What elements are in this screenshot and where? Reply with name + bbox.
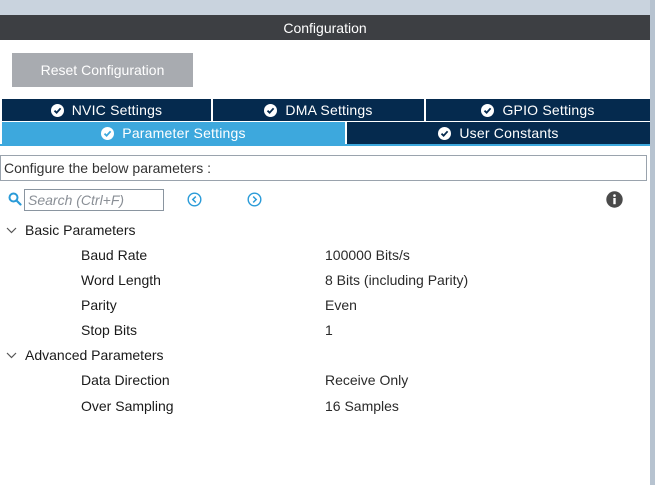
param-row-word-length[interactable]: Word Length 8 Bits (including Parity) bbox=[0, 270, 650, 290]
param-value: 100000 Bits/s bbox=[325, 247, 410, 263]
param-value: 1 bbox=[325, 322, 333, 338]
param-value: Receive Only bbox=[325, 372, 409, 388]
check-circle-icon bbox=[264, 103, 278, 117]
search-icon[interactable] bbox=[8, 192, 22, 206]
search-input[interactable] bbox=[24, 189, 164, 211]
group-advanced-parameters[interactable]: Advanced Parameters bbox=[6, 345, 164, 365]
check-circle-icon bbox=[50, 103, 64, 117]
parameters-description: Configure the below parameters : bbox=[0, 155, 647, 181]
group-title: Advanced Parameters bbox=[25, 347, 164, 363]
configuration-header: Configuration bbox=[0, 15, 650, 40]
check-circle-icon bbox=[481, 103, 495, 117]
group-basic-parameters[interactable]: Basic Parameters bbox=[6, 220, 135, 240]
param-value: 8 Bits (including Parity) bbox=[325, 272, 469, 288]
param-row-parity[interactable]: Parity Even bbox=[0, 295, 650, 315]
tab-label: GPIO Settings bbox=[502, 102, 595, 118]
tab-nvic-settings[interactable]: NVIC Settings bbox=[2, 99, 213, 121]
param-label: Data Direction bbox=[81, 372, 170, 388]
param-label: Stop Bits bbox=[81, 322, 138, 338]
tab-dma-settings[interactable]: DMA Settings bbox=[213, 99, 426, 121]
tab-user-constants[interactable]: User Constants bbox=[347, 122, 650, 144]
check-circle-icon bbox=[438, 126, 452, 140]
check-circle-icon bbox=[101, 126, 115, 140]
tab-gpio-settings[interactable]: GPIO Settings bbox=[426, 99, 650, 121]
chevron-down-icon bbox=[6, 352, 17, 358]
tab-row-2: Parameter Settings User Constants bbox=[2, 122, 650, 144]
tab-label: DMA Settings bbox=[285, 102, 373, 118]
circle-arrow-left-icon[interactable] bbox=[187, 192, 202, 207]
chevron-down-icon bbox=[6, 227, 17, 233]
param-row-baud-rate[interactable]: Baud Rate 100000 Bits/s bbox=[0, 245, 650, 265]
panel-right-border bbox=[650, 0, 655, 485]
tab-parameter-settings[interactable]: Parameter Settings bbox=[2, 122, 347, 144]
param-row-stop-bits[interactable]: Stop Bits 1 bbox=[0, 320, 650, 340]
info-icon[interactable] bbox=[606, 191, 623, 208]
param-label: Parity bbox=[81, 297, 117, 313]
tab-underline bbox=[0, 144, 650, 146]
param-label: Over Sampling bbox=[81, 398, 174, 414]
tab-label: Parameter Settings bbox=[122, 125, 246, 141]
window-top-strip bbox=[0, 0, 650, 15]
param-label: Word Length bbox=[81, 272, 161, 288]
group-title: Basic Parameters bbox=[25, 222, 136, 238]
tab-label: User Constants bbox=[459, 125, 559, 141]
param-label: Baud Rate bbox=[81, 247, 148, 263]
description-text: Configure the below parameters : bbox=[4, 160, 211, 176]
tab-row-1: NVIC Settings DMA Settings GPIO Settings bbox=[2, 99, 650, 121]
param-value: 16 Samples bbox=[325, 398, 399, 414]
param-row-data-direction[interactable]: Data Direction Receive Only bbox=[0, 370, 650, 390]
tab-label: NVIC Settings bbox=[71, 102, 163, 118]
circle-arrow-right-icon[interactable] bbox=[247, 192, 262, 207]
reset-configuration-button[interactable]: Reset Configuration bbox=[12, 53, 193, 87]
configuration-title: Configuration bbox=[283, 19, 367, 36]
param-row-over-sampling[interactable]: Over Sampling 16 Samples bbox=[0, 396, 650, 416]
param-value: Even bbox=[325, 297, 357, 313]
